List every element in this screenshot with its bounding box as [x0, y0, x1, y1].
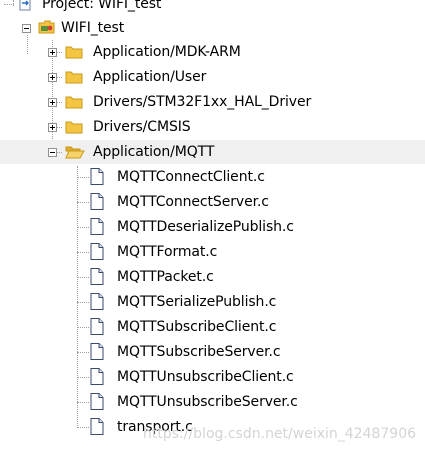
project-icon	[19, 0, 31, 11]
group-row-selected[interactable]: Application/MQTT	[0, 140, 425, 164]
file-label: MQTTDeserializePublish.c	[117, 219, 294, 235]
tree-line	[4, 4, 14, 5]
c-file-icon	[90, 268, 104, 285]
tree-line	[77, 177, 89, 178]
project-title: Project: WIFI_test	[42, 0, 162, 12]
target-row[interactable]: WIFI_test	[0, 16, 425, 40]
c-file-icon	[90, 418, 104, 435]
file-row[interactable]: MQTTDeserializePublish.c	[0, 215, 425, 239]
group-row[interactable]: Application/MDK-ARM	[0, 40, 425, 64]
folder-icon	[65, 121, 83, 134]
file-row[interactable]: MQTTSerializePublish.c	[0, 290, 425, 314]
expand-icon[interactable]	[48, 48, 57, 57]
file-label: MQTTSubscribeClient.c	[117, 319, 277, 335]
c-file-icon	[90, 218, 104, 235]
project-tree: Project: WIFI_test WIFI_test Application…	[0, 0, 425, 456]
file-label: MQTTConnectServer.c	[117, 194, 269, 210]
file-label: MQTTUnsubscribeServer.c	[117, 394, 298, 410]
folder-icon	[65, 71, 83, 84]
group-label: Application/User	[93, 69, 207, 85]
tree-line	[77, 402, 89, 403]
group-label: Drivers/STM32F1xx_HAL_Driver	[93, 94, 312, 110]
file-row[interactable]: MQTTUnsubscribeServer.c	[0, 390, 425, 414]
file-row[interactable]: MQTTUnsubscribeClient.c	[0, 365, 425, 389]
expand-icon[interactable]	[48, 123, 57, 132]
tree-line	[77, 252, 89, 253]
target-icon	[38, 20, 55, 34]
project-row[interactable]: Project: WIFI_test	[0, 0, 425, 16]
file-row[interactable]: MQTTConnectServer.c	[0, 190, 425, 214]
c-file-icon	[90, 193, 104, 210]
c-file-icon	[90, 393, 104, 410]
tree-line	[77, 227, 89, 228]
collapse-icon[interactable]	[22, 24, 31, 33]
file-row[interactable]: MQTTFormat.c	[0, 240, 425, 264]
c-file-icon	[90, 293, 104, 310]
tree-line	[77, 302, 89, 303]
tree-line	[77, 377, 89, 378]
group-row[interactable]: Drivers/STM32F1xx_HAL_Driver	[0, 90, 425, 114]
folder-icon	[65, 96, 83, 109]
group-row[interactable]: Application/User	[0, 65, 425, 89]
group-label: Application/MQTT	[93, 144, 215, 160]
tree-line	[77, 277, 89, 278]
group-row[interactable]: Drivers/CMSIS	[0, 115, 425, 139]
c-file-icon	[90, 343, 104, 360]
expand-icon[interactable]	[48, 73, 57, 82]
watermark: https://blog.csdn.net/weixin_42487906	[143, 426, 417, 442]
c-file-icon	[90, 368, 104, 385]
tree-line	[77, 427, 89, 428]
file-label: MQTTConnectClient.c	[117, 169, 265, 185]
file-label: MQTTPacket.c	[117, 269, 214, 285]
file-row[interactable]: MQTTSubscribeClient.c	[0, 315, 425, 339]
group-label: Application/MDK-ARM	[93, 44, 241, 60]
file-label: MQTTFormat.c	[117, 244, 218, 260]
open-folder-icon	[65, 146, 85, 159]
tree-line	[77, 327, 89, 328]
target-label: WIFI_test	[61, 20, 125, 36]
file-row[interactable]: MQTTPacket.c	[0, 265, 425, 289]
group-label: Drivers/CMSIS	[93, 119, 191, 135]
c-file-icon	[90, 318, 104, 335]
collapse-icon[interactable]	[48, 148, 57, 157]
tree-line	[77, 202, 89, 203]
file-row[interactable]: MQTTConnectClient.c	[0, 165, 425, 189]
file-label: MQTTSerializePublish.c	[117, 294, 277, 310]
c-file-icon	[90, 243, 104, 260]
file-label: MQTTUnsubscribeClient.c	[117, 369, 294, 385]
c-file-icon	[90, 168, 104, 185]
expand-icon[interactable]	[48, 98, 57, 107]
file-label: MQTTSubscribeServer.c	[117, 344, 281, 360]
folder-icon	[65, 46, 83, 59]
tree-line	[77, 352, 89, 353]
file-row[interactable]: MQTTSubscribeServer.c	[0, 340, 425, 364]
